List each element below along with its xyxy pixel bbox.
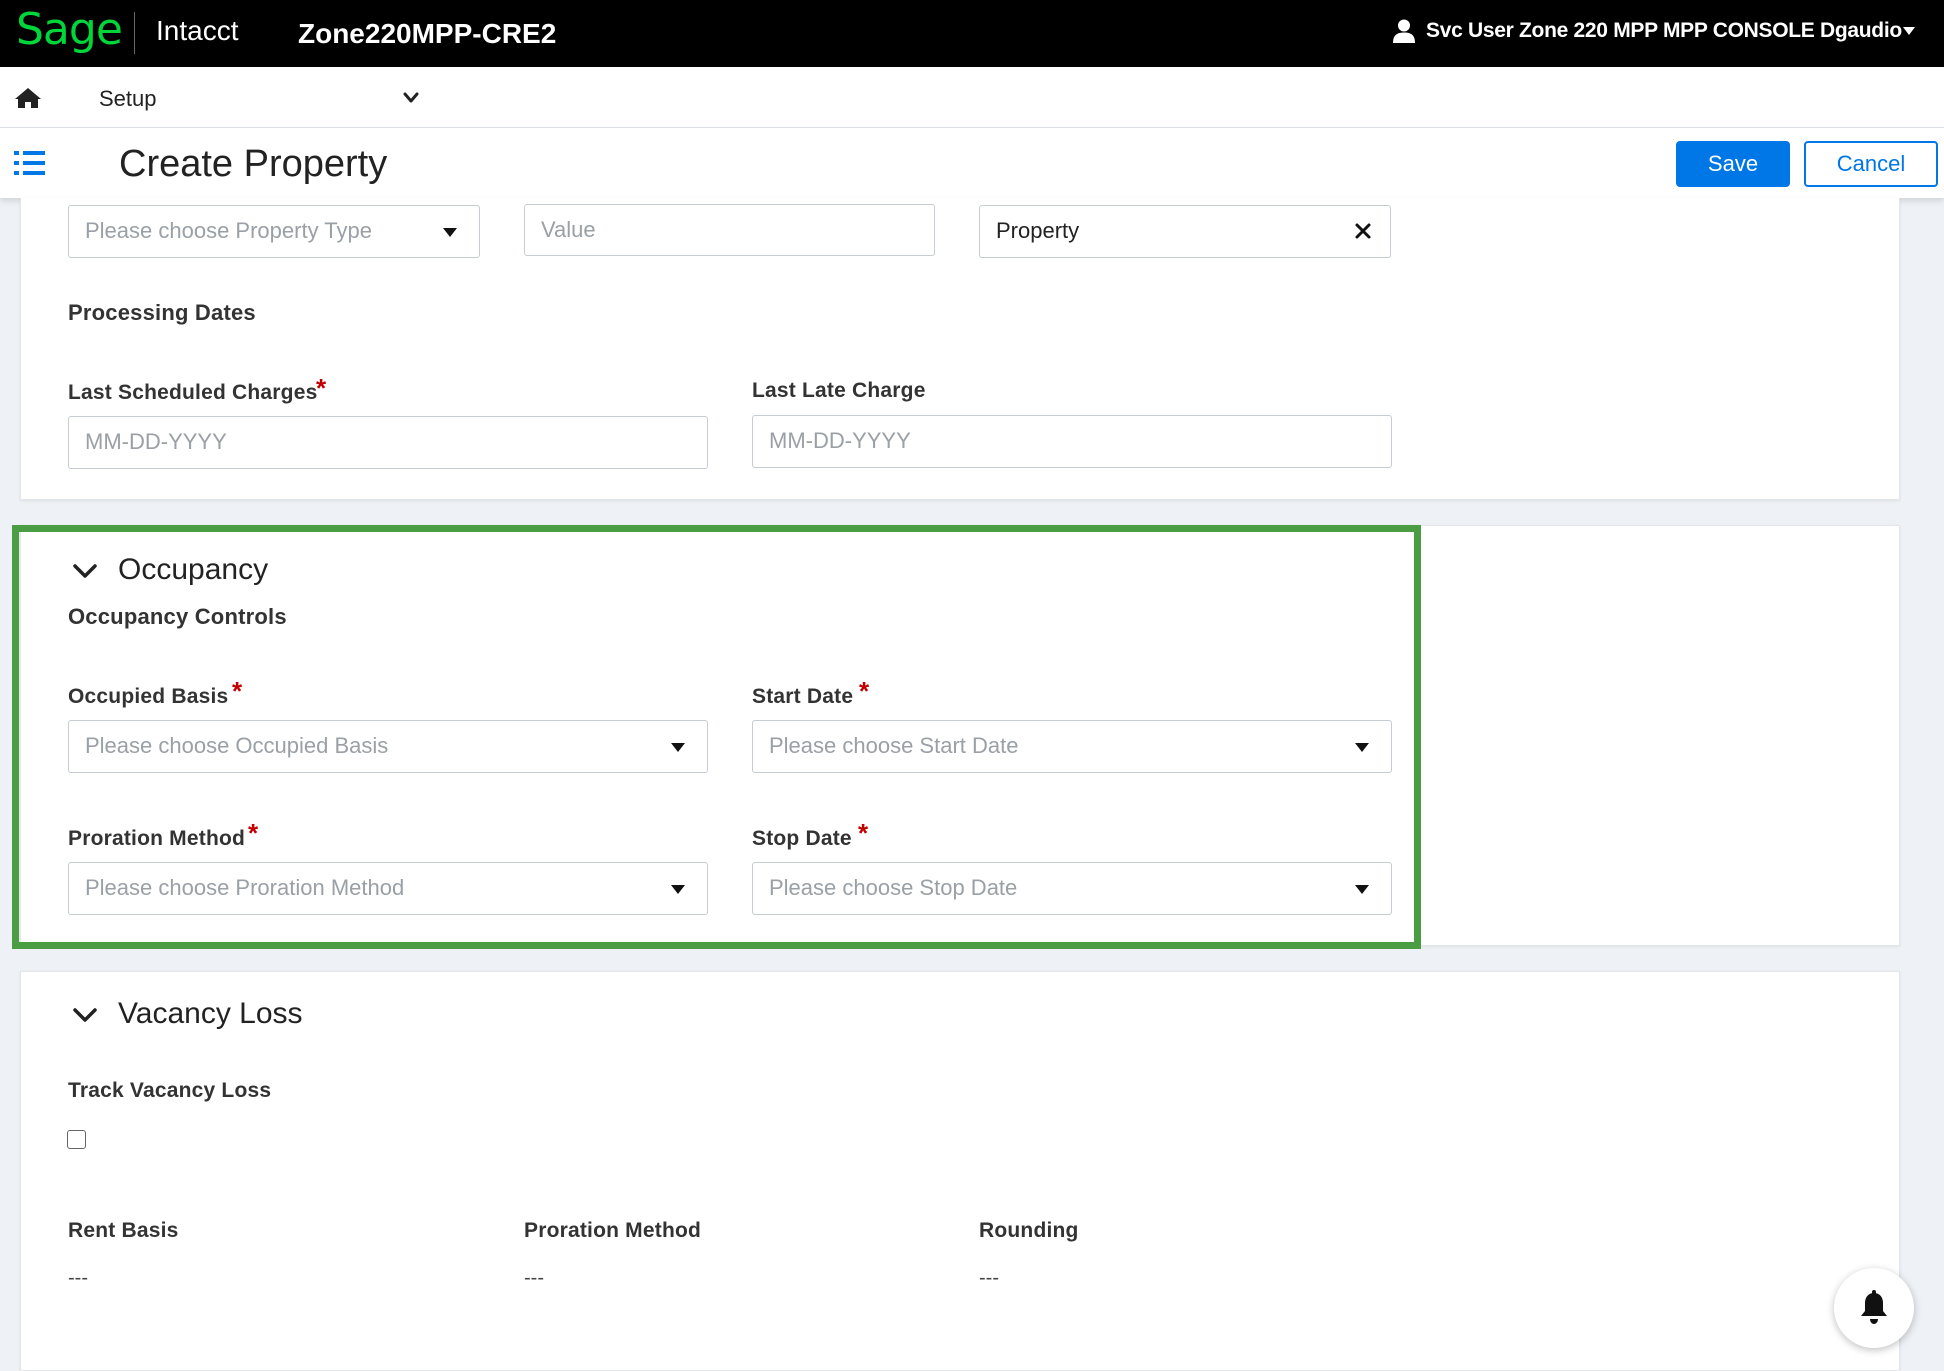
chevron-down-icon[interactable] — [72, 1007, 98, 1023]
last-scheduled-charges-label: Last Scheduled Charges — [68, 381, 318, 404]
vacancy-proration-method-label: Proration Method — [524, 1219, 702, 1242]
save-button[interactable]: Save — [1676, 141, 1790, 187]
list-icon[interactable] — [14, 150, 46, 176]
occupied-basis-placeholder: Please choose Occupied Basis — [85, 733, 389, 758]
vacancy-proration-method-value: --- — [524, 1267, 544, 1289]
logo-divider — [134, 12, 135, 54]
home-icon[interactable] — [14, 86, 42, 110]
last-late-charge-label: Last Late Charge — [752, 379, 926, 402]
track-vacancy-loss-checkbox[interactable] — [67, 1130, 86, 1149]
caret-down-icon — [671, 885, 685, 894]
start-date-placeholder: Please choose Start Date — [769, 733, 1019, 758]
rent-basis-value: --- — [68, 1267, 88, 1289]
page-title: Create Property — [119, 143, 388, 185]
company-name[interactable]: Zone220MPP-CRE2 — [298, 16, 556, 52]
occupancy-section-title[interactable]: Occupancy — [118, 552, 268, 588]
cancel-button[interactable]: Cancel — [1804, 141, 1938, 187]
last-late-charge-placeholder: MM-DD-YYYY — [769, 428, 911, 453]
rounding-label: Rounding — [979, 1219, 1079, 1242]
start-date-select[interactable]: Please choose Start Date — [752, 720, 1392, 773]
proration-method-placeholder: Please choose Proration Method — [85, 875, 405, 900]
required-marker: * — [232, 676, 243, 706]
processing-dates-heading: Processing Dates — [68, 300, 256, 325]
last-late-charge-input[interactable]: MM-DD-YYYY — [752, 415, 1392, 468]
rent-basis-label: Rent Basis — [68, 1219, 179, 1242]
chevron-down-icon[interactable] — [72, 563, 98, 579]
caret-down-icon[interactable] — [1902, 26, 1916, 36]
user-icon[interactable] — [1393, 19, 1415, 43]
stop-date-label: Stop Date — [752, 827, 852, 850]
sage-logo[interactable]: Sage — [16, 2, 123, 58]
required-marker: * — [858, 818, 869, 848]
module-nav-bar — [0, 67, 1944, 128]
entity-type-field[interactable]: Property — [979, 205, 1391, 258]
value-input[interactable]: Value — [524, 204, 935, 256]
caret-down-icon — [1355, 885, 1369, 894]
chevron-down-icon[interactable] — [403, 92, 419, 104]
start-date-label: Start Date — [752, 685, 854, 708]
required-marker: * — [316, 373, 327, 403]
stop-date-select[interactable]: Please choose Stop Date — [752, 862, 1392, 915]
user-menu[interactable]: Svc User Zone 220 MPP MPP CONSOLE Dgaudi… — [1426, 17, 1902, 45]
proration-method-label: Proration Method — [68, 827, 246, 850]
required-marker: * — [248, 818, 259, 848]
entity-type-value: Property — [996, 218, 1080, 243]
stop-date-placeholder: Please choose Stop Date — [769, 875, 1018, 900]
required-marker: * — [859, 676, 870, 706]
property-type-select[interactable]: Please choose Property Type — [68, 205, 480, 258]
occupied-basis-label: Occupied Basis — [68, 685, 229, 708]
bell-icon — [1861, 1290, 1887, 1324]
last-scheduled-charges-placeholder: MM-DD-YYYY — [85, 429, 227, 454]
proration-method-select[interactable]: Please choose Proration Method — [68, 862, 708, 915]
product-name: Intacct — [156, 15, 239, 46]
caret-down-icon — [671, 743, 685, 752]
occupied-basis-select[interactable]: Please choose Occupied Basis — [68, 720, 708, 773]
notifications-button[interactable] — [1834, 1268, 1914, 1348]
track-vacancy-loss-label: Track Vacancy Loss — [68, 1079, 272, 1102]
occupancy-controls-heading: Occupancy Controls — [68, 604, 287, 629]
clear-icon[interactable] — [1354, 222, 1372, 240]
last-scheduled-charges-input[interactable]: MM-DD-YYYY — [68, 416, 708, 469]
rounding-value: --- — [979, 1267, 999, 1289]
caret-down-icon — [1355, 743, 1369, 752]
vacancy-loss-section-title[interactable]: Vacancy Loss — [118, 996, 303, 1032]
module-selector[interactable]: Setup — [99, 84, 157, 114]
property-type-placeholder: Please choose Property Type — [85, 218, 372, 243]
caret-down-icon — [443, 228, 457, 237]
value-placeholder: Value — [541, 217, 596, 242]
